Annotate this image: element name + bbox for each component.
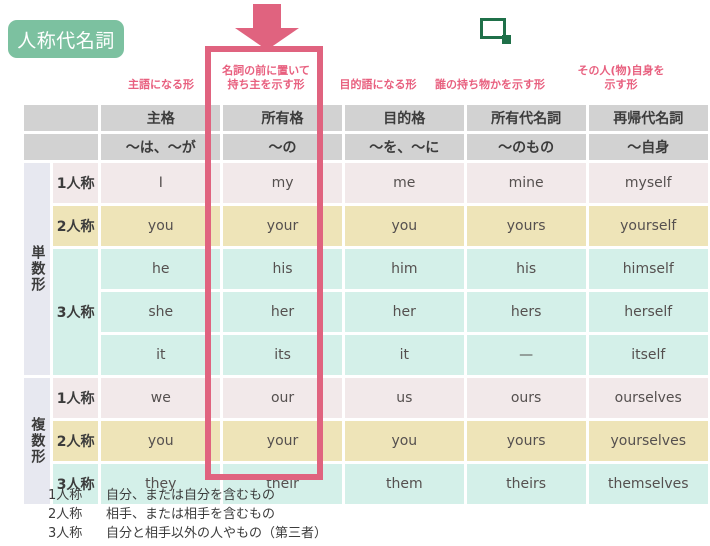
cell-reflexive: yourselves [587, 420, 709, 462]
header-particle-possessive: 〜の [222, 133, 343, 161]
cell-subjective: she [100, 291, 222, 333]
number-label-singular: 単数形 [23, 162, 51, 376]
cell-subjective: I [100, 162, 222, 204]
header-case-possessive: 所有格 [222, 104, 343, 132]
cell-possessive-pronoun: theirs [465, 463, 587, 505]
footnote-key: 2人称 [48, 507, 83, 522]
header-particle-subjective: 〜は、〜が [100, 133, 222, 161]
table-row: 2人称 you your you yours yourself [23, 205, 709, 247]
caption-subjective: 主語になる形 [128, 78, 194, 91]
person-label-3rd-singular: 3人称 [51, 248, 100, 376]
cell-possessive: your [222, 205, 343, 247]
cell-possessive: our [222, 377, 343, 419]
header-case-subjective: 主格 [100, 104, 222, 132]
cell-reflexive: itself [587, 334, 709, 376]
column-captions: 主語になる形 名詞の前に置いて 持ち主を示す形 目的語になる形 誰の持ち物かを示… [0, 64, 710, 102]
page-title-text: 人称代名詞 [17, 29, 115, 52]
cell-possessive: my [222, 162, 343, 204]
person-label-1st-plural: 1人称 [51, 377, 100, 419]
cell-objective: it [343, 334, 465, 376]
down-arrow-icon [231, 4, 303, 50]
green-square-icon [480, 18, 512, 44]
person-label-1st-singular: 1人称 [51, 162, 100, 204]
cell-possessive-pronoun: yours [465, 420, 587, 462]
footnote-key: 1人称 [48, 488, 83, 503]
personal-pronoun-table: 主格 所有格 目的格 所有代名詞 再帰代名詞 〜は、〜が 〜の 〜を、〜に 〜の… [22, 103, 710, 506]
cell-objective: you [343, 420, 465, 462]
cell-possessive-pronoun: ours [465, 377, 587, 419]
cell-subjective: you [100, 205, 222, 247]
caption-reflexive: その人(物)自身を 示す形 [577, 64, 665, 91]
cell-subjective: we [100, 377, 222, 419]
caption-possessive-pronoun: 誰の持ち物かを示す形 [435, 78, 545, 91]
cell-subjective: you [100, 420, 222, 462]
cell-reflexive: themselves [587, 463, 709, 505]
person-label-2nd-singular: 2人称 [51, 205, 100, 247]
footnote-text: 相手、または相手を含むもの [106, 507, 276, 522]
cell-objective: you [343, 205, 465, 247]
footnote-key: 3人称 [48, 526, 83, 541]
cell-possessive: her [222, 291, 343, 333]
cell-reflexive: herself [587, 291, 709, 333]
caption-possessive: 名詞の前に置いて 持ち主を示す形 [222, 64, 310, 91]
header-case-reflexive: 再帰代名詞 [587, 104, 709, 132]
cell-subjective: it [100, 334, 222, 376]
footnotes: 1人称 自分、または自分を含むもの 2人称 相手、または相手を含むもの 3人称 … [48, 486, 327, 543]
cell-objective: him [343, 248, 465, 290]
cell-reflexive: yourself [587, 205, 709, 247]
table-header-particle-row: 〜は、〜が 〜の 〜を、〜に 〜のもの 〜自身 [23, 133, 709, 161]
table-row: 2人称 you your you yours yourselves [23, 420, 709, 462]
cell-possessive-pronoun: hers [465, 291, 587, 333]
footnote-3rd-person: 3人称 自分と相手以外の人やもの（第三者） [48, 524, 327, 543]
table-row: 単数形 1人称 I my me mine myself [23, 162, 709, 376]
header-case-possessive-pronoun: 所有代名詞 [465, 104, 587, 132]
footnote-2nd-person: 2人称 相手、または相手を含むもの [48, 505, 327, 524]
cell-objective: me [343, 162, 465, 204]
cell-possessive: his [222, 248, 343, 290]
cell-objective: us [343, 377, 465, 419]
header-corner-blank [23, 104, 100, 132]
header-particle-objective: 〜を、〜に [343, 133, 465, 161]
cell-possessive: its [222, 334, 343, 376]
table-row: 3人称 he his him his himself [23, 248, 709, 376]
footnote-1st-person: 1人称 自分、または自分を含むもの [48, 486, 327, 505]
cell-possessive-pronoun: — [465, 334, 587, 376]
cell-reflexive: himself [587, 248, 709, 290]
header-particle-possessive-pronoun: 〜のもの [465, 133, 587, 161]
number-label-plural: 複数形 [23, 377, 51, 505]
cell-possessive-pronoun: his [465, 248, 587, 290]
cell-possessive: your [222, 420, 343, 462]
footnote-text: 自分、または自分を含むもの [106, 488, 276, 503]
cell-possessive-pronoun: mine [465, 162, 587, 204]
table-row: she her her hers herself [23, 291, 709, 333]
table-row: 複数形 1人称 we our us ours ourselves [23, 377, 709, 505]
header-corner-blank-2 [23, 133, 100, 161]
header-particle-reflexive: 〜自身 [587, 133, 709, 161]
person-label-2nd-plural: 2人称 [51, 420, 100, 462]
cell-objective: them [343, 463, 465, 505]
cell-possessive-pronoun: yours [465, 205, 587, 247]
green-square-dot [502, 35, 511, 44]
cell-objective: her [343, 291, 465, 333]
cell-reflexive: myself [587, 162, 709, 204]
cell-reflexive: ourselves [587, 377, 709, 419]
cell-subjective: he [100, 248, 222, 290]
page-title-badge: 人称代名詞 [8, 20, 124, 58]
header-case-objective: 目的格 [343, 104, 465, 132]
caption-objective: 目的語になる形 [339, 78, 417, 91]
footnote-text: 自分と相手以外の人やもの（第三者） [106, 526, 328, 541]
table-row: it its it — itself [23, 334, 709, 376]
table-header-case-row: 主格 所有格 目的格 所有代名詞 再帰代名詞 [23, 104, 709, 132]
